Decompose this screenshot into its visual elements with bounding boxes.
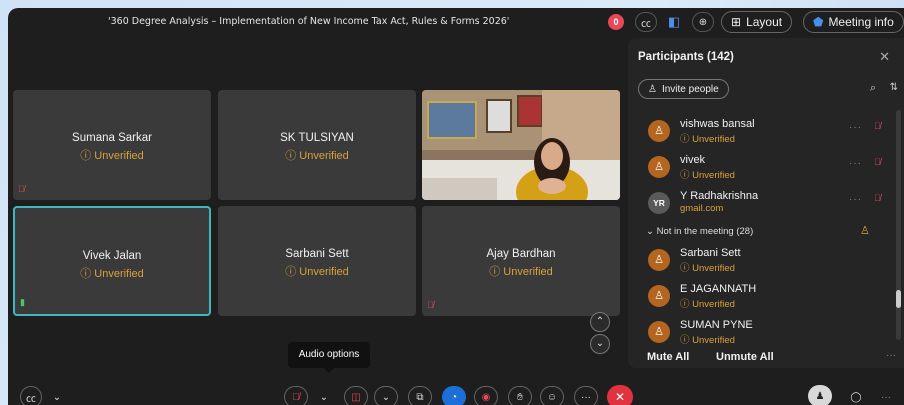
avatar: ♙: [648, 249, 670, 271]
scrollbar-thumb[interactable]: [896, 290, 901, 308]
avatar: YR: [648, 192, 670, 214]
tile-name: Sumana Sarkar: [72, 132, 152, 144]
person-icon[interactable]: ♙: [860, 224, 870, 237]
more-options-icon[interactable]: ···: [849, 158, 862, 169]
record-icon[interactable]: ◉: [474, 386, 498, 405]
mute-all-button[interactable]: Mute All: [647, 351, 689, 363]
ai-assistant-icon[interactable]: ◔: [442, 386, 466, 405]
zoom-icon[interactable]: ⊕: [692, 12, 714, 32]
raise-hand-icon[interactable]: ✋︎: [508, 386, 532, 405]
meeting-title: '360 Degree Analysis – Implementation of…: [108, 16, 510, 27]
participant-item[interactable]: ♙ vishwas bansal ⓘ Unverified ··· 🎙̸: [648, 116, 888, 148]
avatar: ♙: [648, 156, 670, 178]
participant-item[interactable]: ♙ E JAGANNATH ⓘ Unverified: [648, 281, 888, 313]
unmute-all-button[interactable]: Unmute All: [716, 351, 774, 363]
speaker-video: [422, 90, 620, 200]
tile-name: Ajay Bardhan: [486, 248, 556, 260]
participant-item[interactable]: YR Y Radhakrishna gmail.com ··· 🎙̸: [648, 188, 888, 220]
reactions-icon[interactable]: ☺: [540, 386, 564, 405]
muted-mic-icon[interactable]: 🎙̸: [874, 193, 881, 203]
title-bar: '360 Degree Analysis – Implementation of…: [8, 8, 904, 38]
participant-status: ⓘ Unverified: [680, 335, 735, 346]
captions-toggle-icon[interactable]: ㏄: [20, 386, 42, 405]
video-options-chevron-icon[interactable]: ⌄: [374, 386, 398, 405]
section-header-not-in-meeting[interactable]: ⌄ Not in the meeting (28): [646, 226, 753, 237]
more-options-icon[interactable]: ···: [849, 194, 862, 205]
meeting-info-button[interactable]: ⬟ Meeting info: [803, 11, 904, 33]
chat-icon[interactable]: ◯: [844, 386, 868, 405]
layout-label: Layout: [746, 15, 783, 29]
muted-mic-icon: 🎙̸: [18, 184, 25, 194]
video-tile[interactable]: Sumana Sarkar ⓘ Unverified 🎙̸: [13, 90, 211, 200]
invite-people-button[interactable]: ♙ Invite people: [638, 79, 729, 99]
participants-toggle-icon[interactable]: ♟: [808, 385, 832, 405]
layout-button[interactable]: ⊞ Layout: [721, 11, 793, 33]
muted-mic-icon[interactable]: 🎙̸: [874, 157, 881, 167]
tile-name: SK TULSIYAN: [280, 132, 354, 144]
participant-status: ⓘ Unverified: [680, 170, 735, 181]
more-options-icon[interactable]: ···: [874, 386, 898, 405]
layout-icon: ⊞: [731, 15, 742, 29]
sort-icon[interactable]: ⇅: [890, 82, 898, 93]
participant-name: E JAGANNATH: [680, 283, 757, 295]
camera-off-button[interactable]: ◫: [344, 386, 368, 405]
more-options-icon[interactable]: ···: [849, 122, 862, 133]
participant-status: ⓘ Unverified: [680, 299, 735, 310]
scroll-down-button[interactable]: ⌄: [590, 334, 610, 354]
avatar: ♙: [648, 120, 670, 142]
participant-status: ⓘ Unverified: [680, 263, 735, 274]
mute-mic-button[interactable]: 🎙̸: [284, 386, 308, 405]
invite-label: Invite people: [661, 83, 719, 95]
participants-title: Participants (142): [638, 51, 734, 63]
participant-status: ⓘ Unverified: [680, 134, 735, 145]
participant-item[interactable]: ♙ SUMAN PYNE ⓘ Unverified: [648, 317, 888, 349]
participant-name: vishwas bansal: [680, 118, 755, 130]
shield-icon: ⬟: [813, 15, 824, 29]
tile-name: Vivek Jalan: [82, 250, 142, 262]
tile-status: ⓘ Unverified: [285, 266, 349, 278]
audio-options-chevron-icon[interactable]: ⌄: [312, 386, 336, 405]
scroll-up-button[interactable]: ⌃: [590, 312, 610, 332]
muted-mic-icon[interactable]: 🎙̸: [874, 121, 881, 131]
avatar: ♙: [648, 321, 670, 343]
more-options-icon[interactable]: ···: [574, 386, 598, 405]
meeting-window: '360 Degree Analysis – Implementation of…: [8, 8, 904, 405]
search-icon[interactable]: ⌕: [870, 82, 876, 95]
reactions-icon[interactable]: ◧: [664, 12, 684, 32]
video-tile-camera[interactable]: [422, 90, 620, 200]
participants-panel: Participants (142) ✕ ♙ Invite people ⌕ ⇅…: [628, 38, 904, 368]
tile-status: ⓘ Unverified: [285, 150, 349, 162]
more-options-icon[interactable]: ···: [886, 350, 896, 361]
avatar: ♙: [648, 285, 670, 307]
audio-options-tooltip: Audio options: [288, 342, 370, 373]
tile-status: ⓘ Unverified: [80, 150, 144, 162]
captions-icon[interactable]: ㏄: [635, 12, 657, 32]
participant-name: Sarbani Sett: [680, 247, 741, 259]
participant-email: gmail.com: [680, 203, 724, 214]
meeting-info-label: Meeting info: [828, 15, 894, 29]
participant-item[interactable]: ♙ vivek ⓘ Unverified ··· 🎙̸: [648, 152, 888, 184]
chevron-down-icon[interactable]: ⌄: [46, 386, 68, 405]
recording-indicator[interactable]: 0: [608, 14, 624, 30]
tile-name: Sarbani Sett: [285, 248, 349, 260]
video-tile[interactable]: Sarbani Sett ⓘ Unverified: [218, 206, 416, 316]
participant-name: SUMAN PYNE: [680, 319, 753, 331]
tile-status: ⓘ Unverified: [80, 268, 144, 280]
participant-name: Y Radhakrishna: [680, 190, 759, 202]
share-screen-icon[interactable]: ⧉: [408, 386, 432, 405]
muted-mic-icon: 🎙̸: [427, 300, 434, 310]
person-icon: ♙: [648, 83, 657, 95]
participant-item[interactable]: ♙ Sarbani Sett ⓘ Unverified: [648, 245, 888, 277]
video-tile[interactable]: Ajay Bardhan ⓘ Unverified 🎙̸: [422, 206, 620, 316]
mic-icon: ▮: [20, 297, 25, 307]
close-icon[interactable]: ✕: [879, 49, 890, 65]
video-tile[interactable]: SK TULSIYAN ⓘ Unverified: [218, 90, 416, 200]
end-call-button[interactable]: ✕: [607, 385, 633, 405]
participant-name: vivek: [680, 154, 706, 166]
video-tile-active[interactable]: Vivek Jalan ⓘ Unverified ▮: [13, 206, 211, 316]
tile-status: ⓘ Unverified: [489, 266, 553, 278]
